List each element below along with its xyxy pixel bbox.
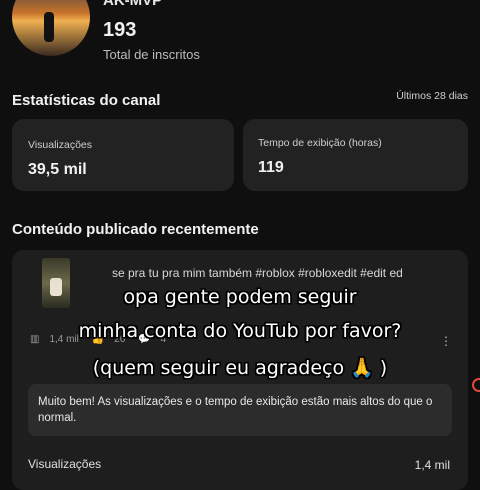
performance-notice: Muito bem! As visualizações e o tempo de…	[28, 384, 452, 436]
overlay-caption-line-1: opa gente podem seguir	[123, 286, 357, 308]
stats-title: Estatísticas do canal	[12, 92, 161, 109]
views-card-label: Visualizações	[28, 139, 93, 151]
watch-time-card-value: 119	[258, 159, 284, 176]
views-row-label: Visualizações	[28, 457, 102, 471]
subscriber-count: 193	[103, 19, 137, 41]
info-icon[interactable]	[472, 378, 480, 392]
subscriber-label: Total de inscritos	[103, 47, 200, 62]
views-card[interactable]: Visualizações 39,5 mil	[12, 119, 234, 191]
overlay-caption-line-2: minha conta do YouTub por favor?	[78, 320, 402, 342]
recent-title: Conteúdo publicado recentemente	[12, 221, 259, 238]
channel-name: AK-MVP	[103, 0, 163, 9]
avatar-figure	[44, 12, 54, 42]
watch-time-card-label: Tempo de exibição (horas)	[258, 137, 382, 149]
views-row-value: 1,4 mil	[414, 458, 450, 472]
views-card-value: 39,5 mil	[28, 161, 87, 178]
performance-notice-text: Muito bem! As visualizações e o tempo de…	[38, 396, 433, 424]
video-description[interactable]: se pra tu pra mim também #roblox #roblox…	[112, 266, 403, 280]
watch-time-card[interactable]: Tempo de exibição (horas) 119	[243, 119, 468, 191]
overlay-caption-line-3: (quem seguir eu agradeço 🙏 )	[92, 357, 388, 379]
stats-period: Últimos 28 dias	[396, 90, 468, 102]
channel-avatar[interactable]	[12, 0, 90, 56]
